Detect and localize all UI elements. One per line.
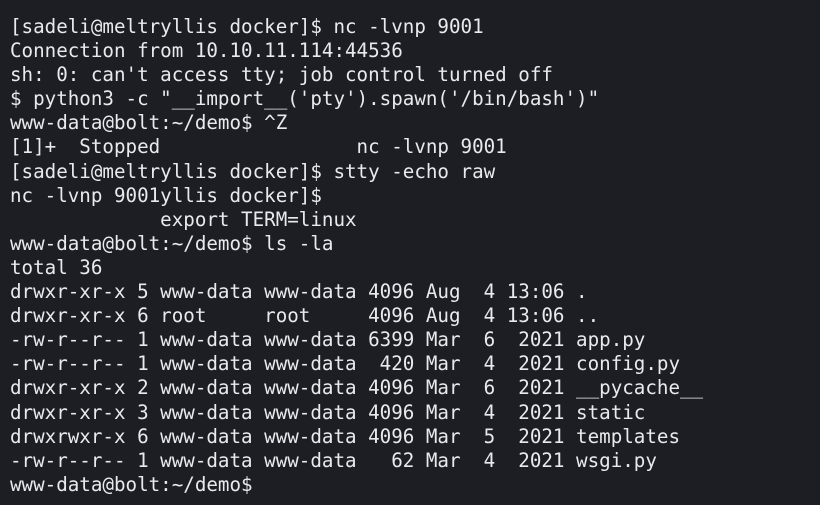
terminal-line: drwxr-xr-x 6 root root 4096 Aug 4 13:06 … — [10, 304, 600, 328]
terminal-line: www-data@bolt:~/demo$ ls -la — [10, 231, 334, 255]
terminal-line: drwxr-xr-x 3 www-data www-data 4096 Mar … — [10, 400, 646, 424]
terminal-line: -rw-r--r-- 1 www-data www-data 62 Mar 4 … — [10, 448, 657, 472]
terminal-line: [1]+ Stopped nc -lvnp 9001 — [10, 135, 507, 159]
terminal-line: drwxr-xr-x 2 www-data www-data 4096 Mar … — [10, 376, 704, 400]
terminal-line: sh: 0: can't access tty; job control tur… — [10, 63, 553, 87]
terminal-line: total 36 — [10, 255, 103, 279]
terminal-line: -rw-r--r-- 1 www-data www-data 420 Mar 4… — [10, 352, 681, 376]
shell-prompt: www-data@bolt:~/demo$ — [10, 472, 253, 496]
terminal-line: -rw-r--r-- 1 www-data www-data 6399 Mar … — [10, 328, 646, 352]
terminal-prompt-line[interactable]: www-data@bolt:~/demo$ — [10, 473, 820, 497]
terminal-line: [sadeli@meltryllis docker]$ nc -lvnp 900… — [10, 15, 484, 38]
terminal-line: www-data@bolt:~/demo$ ^Z — [10, 111, 288, 135]
terminal-line: $ python3 -c "__import__('pty').spawn('/… — [10, 87, 600, 111]
terminal-line: nc -lvnp 9001yllis docker]$ — [10, 183, 322, 207]
terminal-window[interactable]: [sadeli@meltryllis docker]$ nc -lvnp 900… — [0, 0, 820, 505]
terminal-line: export TERM=linux — [10, 207, 357, 231]
terminal-line: [sadeli@meltryllis docker]$ stty -echo r… — [10, 159, 496, 183]
terminal-line: drwxrwxr-x 6 www-data www-data 4096 Mar … — [10, 424, 681, 448]
terminal-line: drwxr-xr-x 5 www-data www-data 4096 Aug … — [10, 280, 588, 304]
terminal-line: Connection from 10.10.11.114:44536 — [10, 39, 403, 63]
